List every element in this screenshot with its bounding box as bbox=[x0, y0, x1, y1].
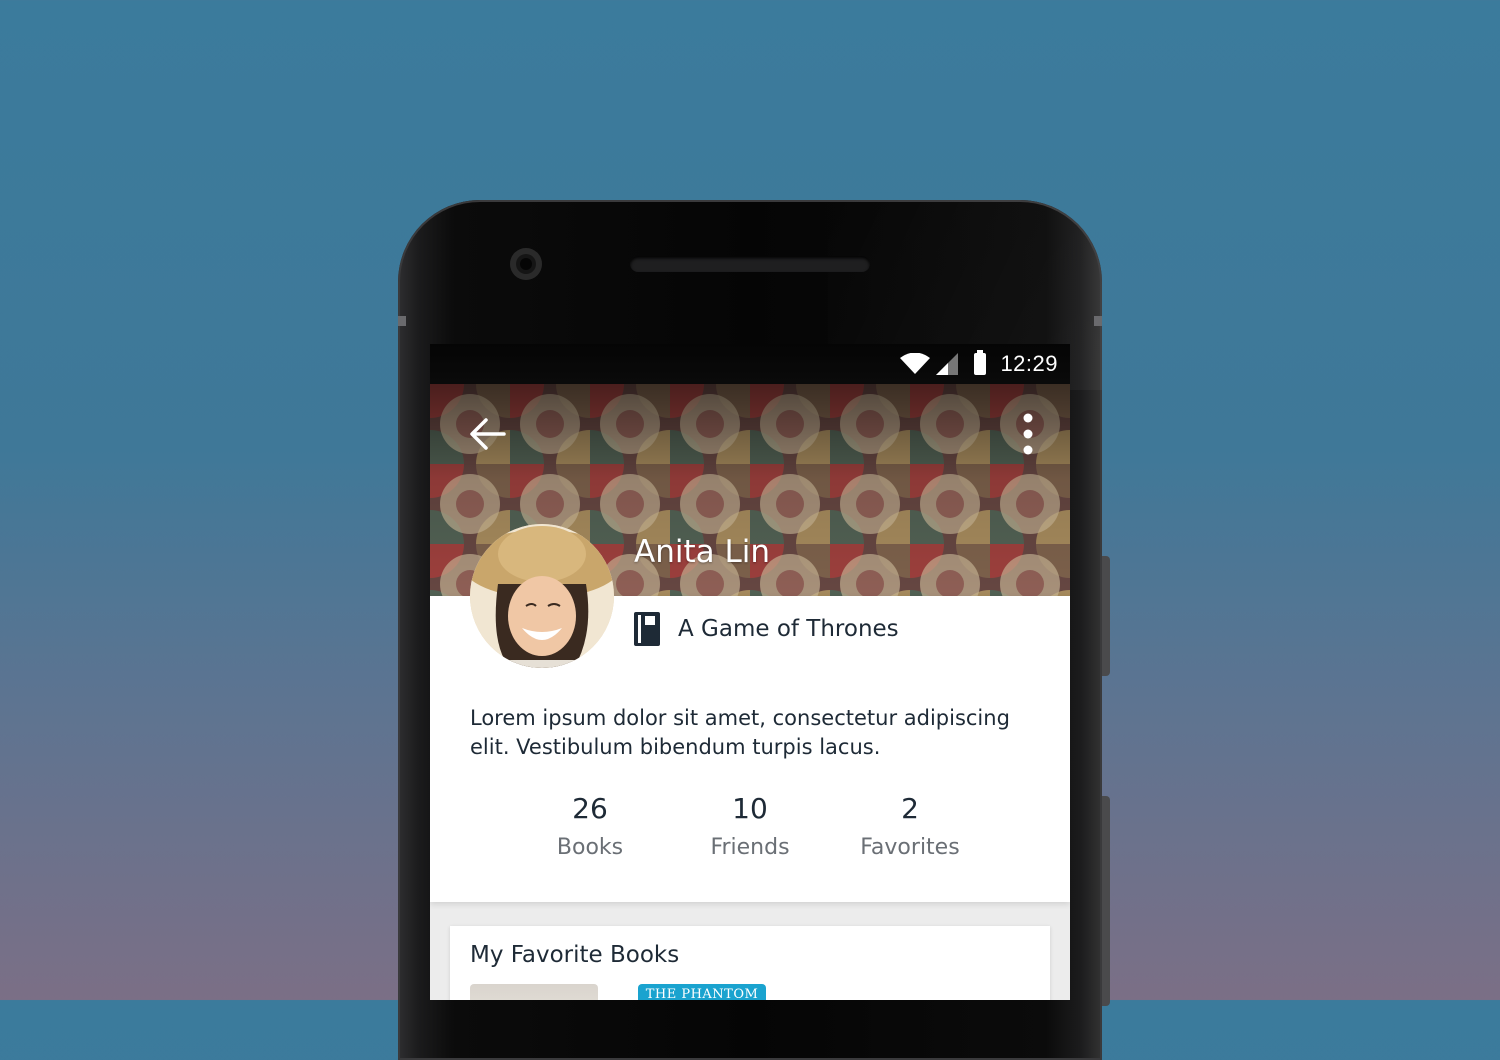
avatar[interactable] bbox=[470, 524, 614, 668]
stat-label: Favorites bbox=[860, 835, 960, 860]
phone-edge bbox=[398, 316, 406, 326]
profile-name: Anita Lin bbox=[634, 534, 771, 570]
wifi-icon bbox=[900, 353, 931, 374]
signal-icon bbox=[936, 353, 959, 375]
stat-books[interactable]: 26 Books bbox=[510, 792, 670, 860]
favorite-book-cover[interactable]: THE PHANTOM bbox=[638, 984, 766, 1000]
stat-label: Friends bbox=[710, 835, 790, 860]
favorite-book-cover[interactable] bbox=[470, 984, 598, 1000]
stat-value: 26 bbox=[572, 792, 608, 825]
profile-bio: Lorem ipsum dolor sit amet, consectetur … bbox=[470, 706, 1010, 759]
currently-reading[interactable]: A Game of Thrones bbox=[634, 612, 899, 646]
stat-friends[interactable]: 10 Friends bbox=[670, 792, 830, 860]
favorite-books-card: My Favorite Books THE PHANTOM bbox=[450, 926, 1050, 1000]
battery-icon bbox=[974, 350, 987, 375]
phone-speaker bbox=[630, 256, 870, 272]
phone-screen: 12:29 Anita Lin A Game of Thrones Lorem … bbox=[430, 344, 1070, 1000]
back-arrow-icon[interactable] bbox=[466, 412, 510, 456]
stat-value: 2 bbox=[901, 792, 919, 825]
avatar-photo bbox=[470, 524, 614, 668]
stat-label: Books bbox=[556, 835, 624, 860]
stat-favorites[interactable]: 2 Favorites bbox=[830, 792, 990, 860]
book-icon bbox=[634, 612, 660, 646]
profile-stats: 26 Books 10 Friends 2 Favorites bbox=[510, 792, 990, 860]
more-options-icon[interactable] bbox=[1014, 410, 1042, 458]
stat-value: 10 bbox=[732, 792, 768, 825]
phone-edge bbox=[1094, 316, 1102, 326]
status-time: 12:29 bbox=[1000, 351, 1058, 376]
currently-reading-title: A Game of Thrones bbox=[678, 616, 899, 642]
favorite-books-title: My Favorite Books bbox=[470, 942, 680, 968]
phone-camera bbox=[510, 248, 542, 280]
status-bar: 12:29 bbox=[430, 344, 1070, 384]
